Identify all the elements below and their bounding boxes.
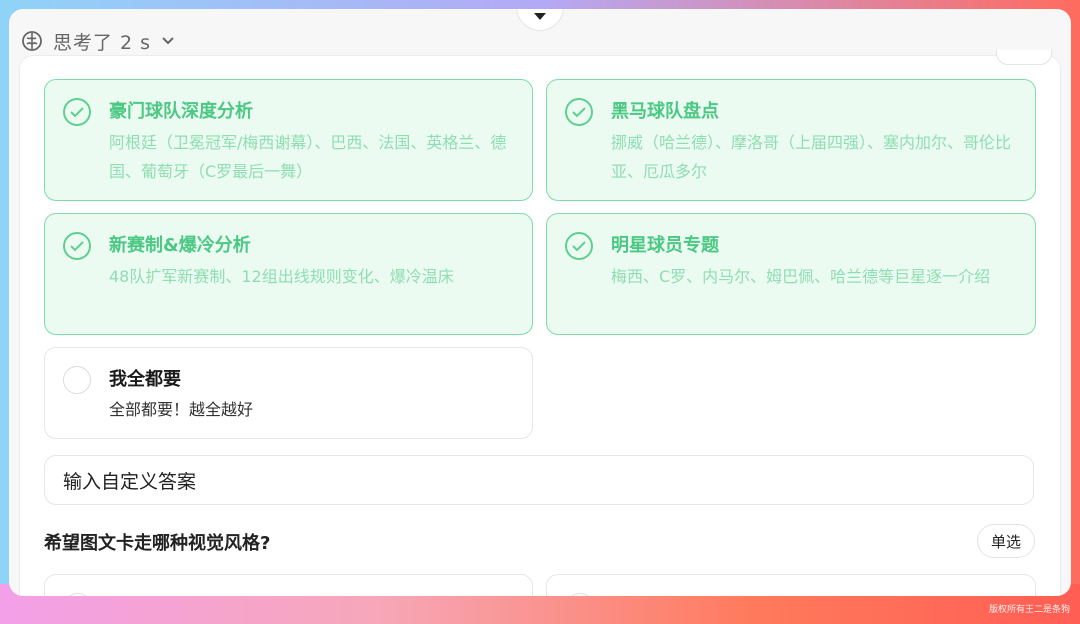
custom-answer-input[interactable]: 输入自定义答案 (44, 455, 1034, 505)
brain-icon (22, 31, 42, 51)
radio-circle-icon (63, 366, 91, 394)
chevron-down-icon (534, 13, 546, 20)
option-card-style-1[interactable] (44, 574, 533, 596)
single-choice-badge: 单选 (977, 524, 1035, 558)
option-title: 黑马球队盘点 (611, 101, 719, 122)
check-icon (565, 98, 593, 126)
option-title: 新赛制&爆冷分析 (109, 235, 251, 256)
chat-window: 思考了 2 s 豪门球队深度分析 阿根廷（卫冕冠军/梅西谢幕）、巴西、法国、英格… (9, 9, 1071, 596)
panel-badge (996, 50, 1052, 65)
option-desc: 48队扩军新赛制、12组出线规则变化、爆冷温床 (109, 267, 454, 286)
check-icon (63, 232, 91, 260)
thinking-toggle[interactable]: 思考了 2 s (21, 29, 175, 54)
radio-circle-icon (63, 593, 93, 596)
option-desc: 挪威（哈兰德）、摩洛哥（上届四强）、塞内加尔、哥伦比亚、厄瓜多尔 (611, 133, 1012, 181)
chevron-down-icon (162, 37, 174, 45)
option-card-star-players[interactable]: 明星球员专题 梅西、C罗、内马尔、姆巴佩、哈兰德等巨星逐一介绍 (546, 213, 1036, 335)
option-desc: 全部都要！越全越好 (109, 400, 254, 419)
scroll-down-button[interactable] (516, 9, 564, 31)
radio-circle-icon (565, 593, 595, 596)
option-card-style-2[interactable] (546, 574, 1036, 596)
check-icon (565, 232, 593, 260)
option-desc: 梅西、C罗、内马尔、姆巴佩、哈兰德等巨星逐一介绍 (611, 267, 991, 286)
watermark: 版权所有王二是条狗 (988, 605, 1070, 615)
option-title: 我全都要 (109, 369, 181, 390)
option-card-giant-teams[interactable]: 豪门球队深度分析 阿根廷（卫冕冠军/梅西谢幕）、巴西、法国、英格兰、德国、葡萄牙… (44, 79, 533, 201)
question-panel: 豪门球队深度分析 阿根廷（卫冕冠军/梅西谢幕）、巴西、法国、英格兰、德国、葡萄牙… (19, 50, 1061, 596)
option-card-new-format[interactable]: 新赛制&爆冷分析 48队扩军新赛制、12组出线规则变化、爆冷温床 (44, 213, 533, 335)
option-title: 豪门球队深度分析 (109, 101, 253, 122)
option-title: 明星球员专题 (611, 235, 719, 256)
option-desc: 阿根廷（卫冕冠军/梅西谢幕）、巴西、法国、英格兰、德国、葡萄牙（C罗最后一舞） (109, 133, 507, 181)
option-card-dark-horses[interactable]: 黑马球队盘点 挪威（哈兰德）、摩洛哥（上届四强）、塞内加尔、哥伦比亚、厄瓜多尔 (546, 79, 1036, 201)
question-text: 希望图文卡走哪种视觉风格? (44, 533, 271, 554)
option-card-all[interactable]: 我全都要 全部都要！越全越好 (44, 347, 533, 439)
thinking-label: 思考了 2 s (53, 31, 152, 54)
check-icon (63, 98, 91, 126)
